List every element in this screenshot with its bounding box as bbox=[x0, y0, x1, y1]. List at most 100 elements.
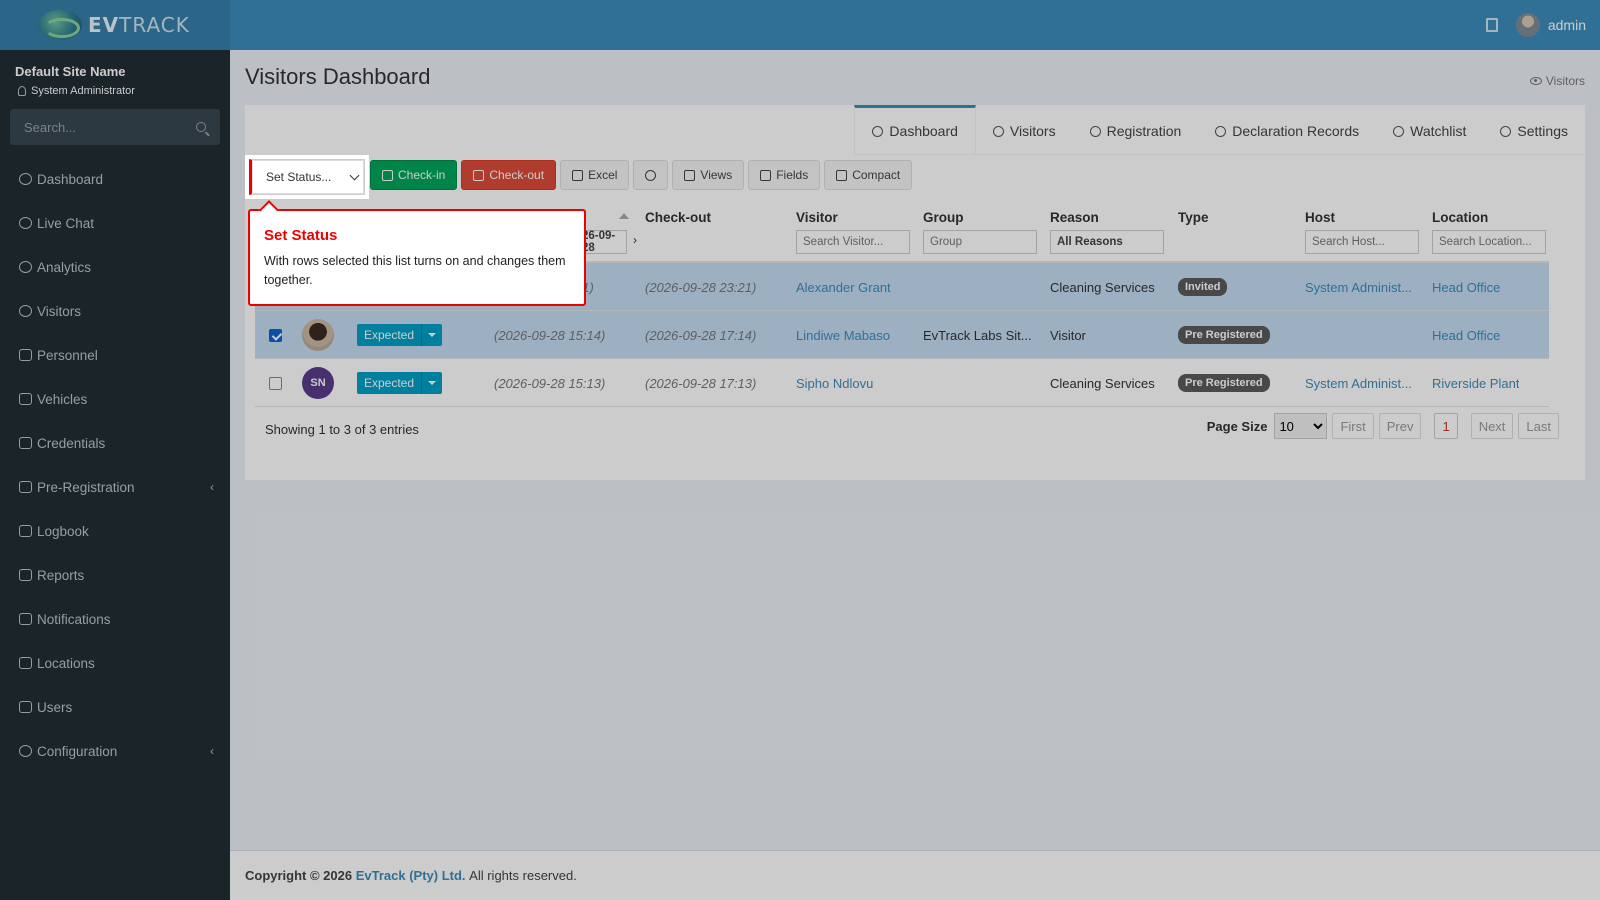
caret-down-icon[interactable] bbox=[422, 372, 443, 394]
sidebar-item-notifications[interactable]: Notifications bbox=[0, 597, 230, 641]
location-link[interactable]: Head Office bbox=[1432, 263, 1500, 311]
sidebar-item-pre-registration[interactable]: Pre-Registration ‹ bbox=[0, 465, 230, 509]
checkout-button[interactable]: Check-out bbox=[461, 160, 557, 190]
last-page-button[interactable]: Last bbox=[1518, 413, 1559, 439]
sidebar-item-vehicles[interactable]: Vehicles bbox=[0, 377, 230, 421]
reason-filter-select[interactable]: All Reasons bbox=[1050, 230, 1164, 254]
date-next-icon[interactable]: › bbox=[633, 233, 637, 247]
building-icon bbox=[19, 657, 32, 669]
gear-icon bbox=[1500, 125, 1512, 137]
book-icon[interactable] bbox=[1485, 18, 1498, 32]
location-link[interactable]: Head Office bbox=[1432, 311, 1500, 359]
table-footer: Showing 1 to 3 of 3 entries Page Size 10… bbox=[265, 410, 1559, 450]
visitor-name-link[interactable]: Alexander Grant bbox=[796, 263, 891, 311]
comments-icon bbox=[19, 613, 32, 625]
location-filter-input[interactable] bbox=[1432, 230, 1546, 254]
table-row[interactable]: Expected (2026-09-28 15:14) (2026-09-28 … bbox=[255, 311, 1549, 359]
next-page-button[interactable]: Next bbox=[1470, 413, 1514, 439]
entries-summary: Showing 1 to 3 of 3 entries bbox=[265, 422, 419, 437]
views-button[interactable]: Views bbox=[672, 160, 745, 190]
type-badge: Pre Registered bbox=[1178, 326, 1270, 344]
user-avatar[interactable] bbox=[1515, 13, 1540, 37]
row-checkbox[interactable] bbox=[269, 376, 282, 390]
tour-tooltip: Set Status With rows selected this list … bbox=[248, 209, 586, 306]
host-filter-input[interactable] bbox=[1305, 230, 1419, 254]
excel-button[interactable]: Excel bbox=[560, 160, 630, 190]
company-link[interactable]: EvTrack (Pty) Ltd. bbox=[356, 868, 466, 883]
eye-icon bbox=[992, 125, 1004, 137]
header-host[interactable]: Host bbox=[1305, 210, 1335, 225]
exchange-icon bbox=[19, 481, 32, 493]
row-checkbox[interactable] bbox=[269, 328, 282, 342]
sign-in-icon bbox=[382, 169, 393, 181]
reason: Cleaning Services bbox=[1050, 375, 1155, 391]
sidebar-item-locations[interactable]: Locations bbox=[0, 641, 230, 685]
refresh-icon bbox=[645, 169, 657, 181]
caret-down-icon[interactable] bbox=[422, 324, 443, 346]
gear-icon bbox=[19, 745, 32, 757]
table-row[interactable]: SN Expected (2026-09-28 15:13) (2026-09-… bbox=[255, 359, 1549, 407]
rights-text: All rights reserved. bbox=[469, 868, 577, 883]
sidebar-item-logbook[interactable]: Logbook bbox=[0, 509, 230, 553]
refresh-button[interactable] bbox=[633, 160, 669, 190]
checkout-time: (2026-09-28 23:21) bbox=[645, 279, 757, 295]
bus-icon bbox=[19, 393, 32, 405]
target-icon bbox=[19, 261, 32, 273]
main-content: Visitors Dashboard Visitors Dashboard Vi… bbox=[230, 50, 1600, 900]
page-title: Visitors Dashboard bbox=[245, 64, 431, 89]
set-status-select[interactable]: Set Status... bbox=[249, 159, 365, 195]
header-type[interactable]: Type bbox=[1178, 210, 1209, 225]
type-cell: Invited bbox=[1178, 263, 1228, 311]
host-link[interactable]: System Administ... bbox=[1305, 263, 1420, 311]
tab-registration[interactable]: Registration bbox=[1073, 105, 1199, 154]
tab-visitors[interactable]: Visitors bbox=[976, 105, 1073, 154]
avatar-cell: SN bbox=[302, 359, 334, 407]
sidebar-item-dashboard[interactable]: Dashboard bbox=[0, 157, 230, 201]
header-location[interactable]: Location bbox=[1432, 210, 1488, 225]
fields-button[interactable]: Fields bbox=[748, 160, 821, 190]
sidebar-item-configuration[interactable]: Configuration ‹ bbox=[0, 729, 230, 773]
header-reason[interactable]: Reason bbox=[1050, 210, 1099, 225]
sign-out-icon bbox=[473, 169, 485, 181]
status-dropdown-button[interactable]: Expected bbox=[357, 372, 443, 394]
sidebar-item-visitors[interactable]: Visitors bbox=[0, 289, 230, 333]
username[interactable]: admin bbox=[1548, 17, 1586, 33]
sidebar-item-users[interactable]: Users bbox=[0, 685, 230, 729]
visitor-name-link[interactable]: Sipho Ndlovu bbox=[796, 359, 873, 407]
sidebar-item-reports[interactable]: Reports bbox=[0, 553, 230, 597]
sidebar-search bbox=[10, 109, 220, 145]
search-icon[interactable] bbox=[196, 122, 206, 132]
header-visitor[interactable]: Visitor bbox=[796, 210, 838, 225]
chevron-left-icon: ‹ bbox=[210, 744, 214, 758]
tour-highlight: Set Status... bbox=[245, 155, 369, 199]
status-dropdown-button[interactable]: Expected bbox=[357, 324, 443, 346]
tab-declaration-records[interactable]: Declaration Records bbox=[1198, 105, 1376, 154]
headset-icon bbox=[19, 217, 32, 229]
first-page-button[interactable]: First bbox=[1332, 413, 1374, 439]
header-group[interactable]: Group bbox=[923, 210, 964, 225]
tab-watchlist[interactable]: Watchlist bbox=[1376, 105, 1483, 154]
tab-settings[interactable]: Settings bbox=[1483, 105, 1585, 154]
tab-dashboard[interactable]: Dashboard bbox=[854, 105, 976, 154]
group-filter-input[interactable] bbox=[923, 230, 1037, 254]
visitor-name-link[interactable]: Lindiwe Mabaso bbox=[796, 311, 890, 359]
host-link[interactable]: System Administ... bbox=[1305, 359, 1420, 407]
logo-text: EVTRACK bbox=[88, 13, 190, 37]
location-link[interactable]: Riverside Plant bbox=[1432, 359, 1519, 407]
prev-page-button[interactable]: Prev bbox=[1378, 413, 1422, 439]
sidebar-item-personnel[interactable]: Personnel bbox=[0, 333, 230, 377]
sidebar-item-analytics[interactable]: Analytics bbox=[0, 245, 230, 289]
logo[interactable]: EVTRACK bbox=[0, 0, 230, 50]
current-page-button[interactable]: 1 bbox=[1434, 413, 1458, 439]
sidebar-search-input[interactable] bbox=[24, 119, 174, 135]
header-checkout[interactable]: Check-out bbox=[645, 210, 711, 225]
sidebar-item-credentials[interactable]: Credentials bbox=[0, 421, 230, 465]
type-cell: Pre Registered bbox=[1178, 359, 1270, 407]
checkin-button[interactable]: Check-in bbox=[370, 160, 458, 190]
compact-button[interactable]: Compact bbox=[824, 160, 913, 190]
sort-arrow-icon[interactable] bbox=[619, 213, 629, 219]
page-size-select[interactable]: 10 bbox=[1274, 413, 1328, 439]
visitor-filter-input[interactable] bbox=[796, 230, 910, 254]
sidebar-item-live-chat[interactable]: Live Chat bbox=[0, 201, 230, 245]
breadcrumb-visitors[interactable]: Visitors bbox=[1546, 74, 1585, 88]
